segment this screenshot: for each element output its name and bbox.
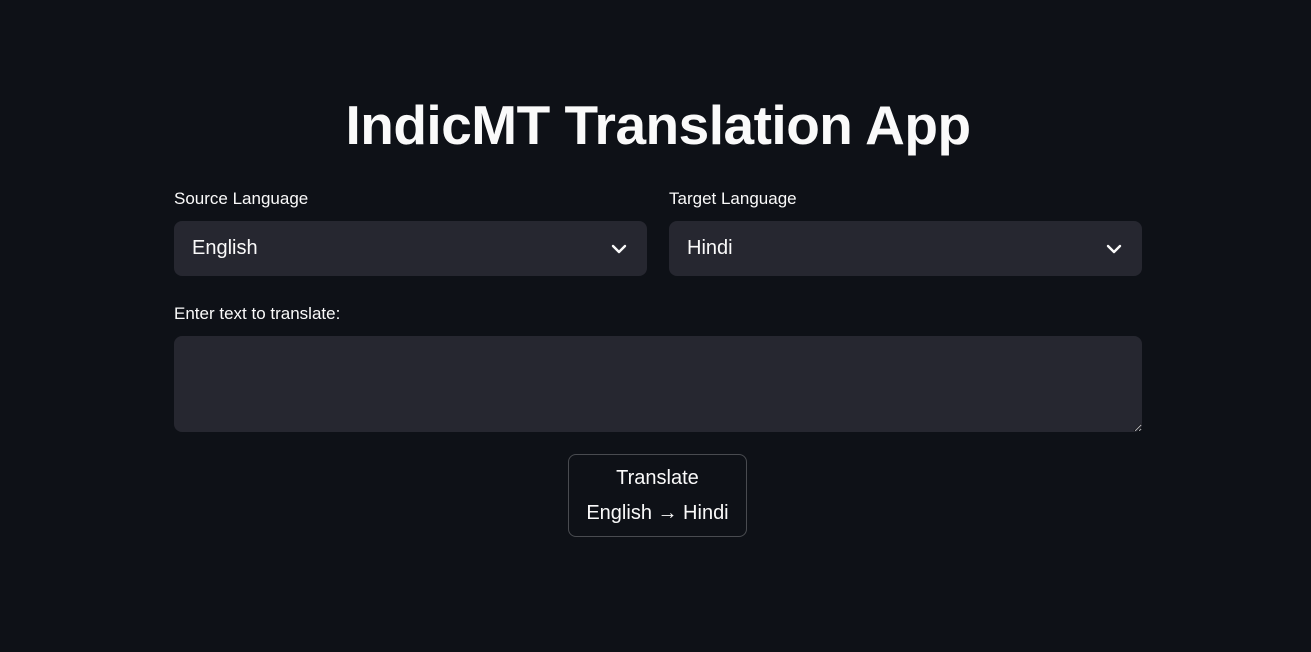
input-text-label: Enter text to translate:: [174, 304, 341, 323]
app-container: IndicMT Translation App Source Language …: [0, 0, 1311, 652]
chevron-down-icon: [609, 239, 629, 259]
source-language-label: Source Language: [174, 189, 309, 208]
target-language-value: Hindi: [687, 237, 733, 259]
text-to-translate-input[interactable]: [174, 336, 1142, 432]
page-title: IndicMT Translation App: [345, 94, 971, 156]
translate-button-direction: English → Hindi: [586, 501, 729, 524]
translate-button-label: Translate: [616, 466, 699, 489]
target-language-select[interactable]: Hindi: [669, 221, 1142, 276]
translate-button[interactable]: Translate English → Hindi: [568, 454, 747, 537]
source-language-select[interactable]: English: [174, 221, 647, 276]
source-language-value: English: [192, 237, 258, 259]
target-language-label: Target Language: [669, 189, 797, 208]
chevron-down-icon: [1104, 239, 1124, 259]
